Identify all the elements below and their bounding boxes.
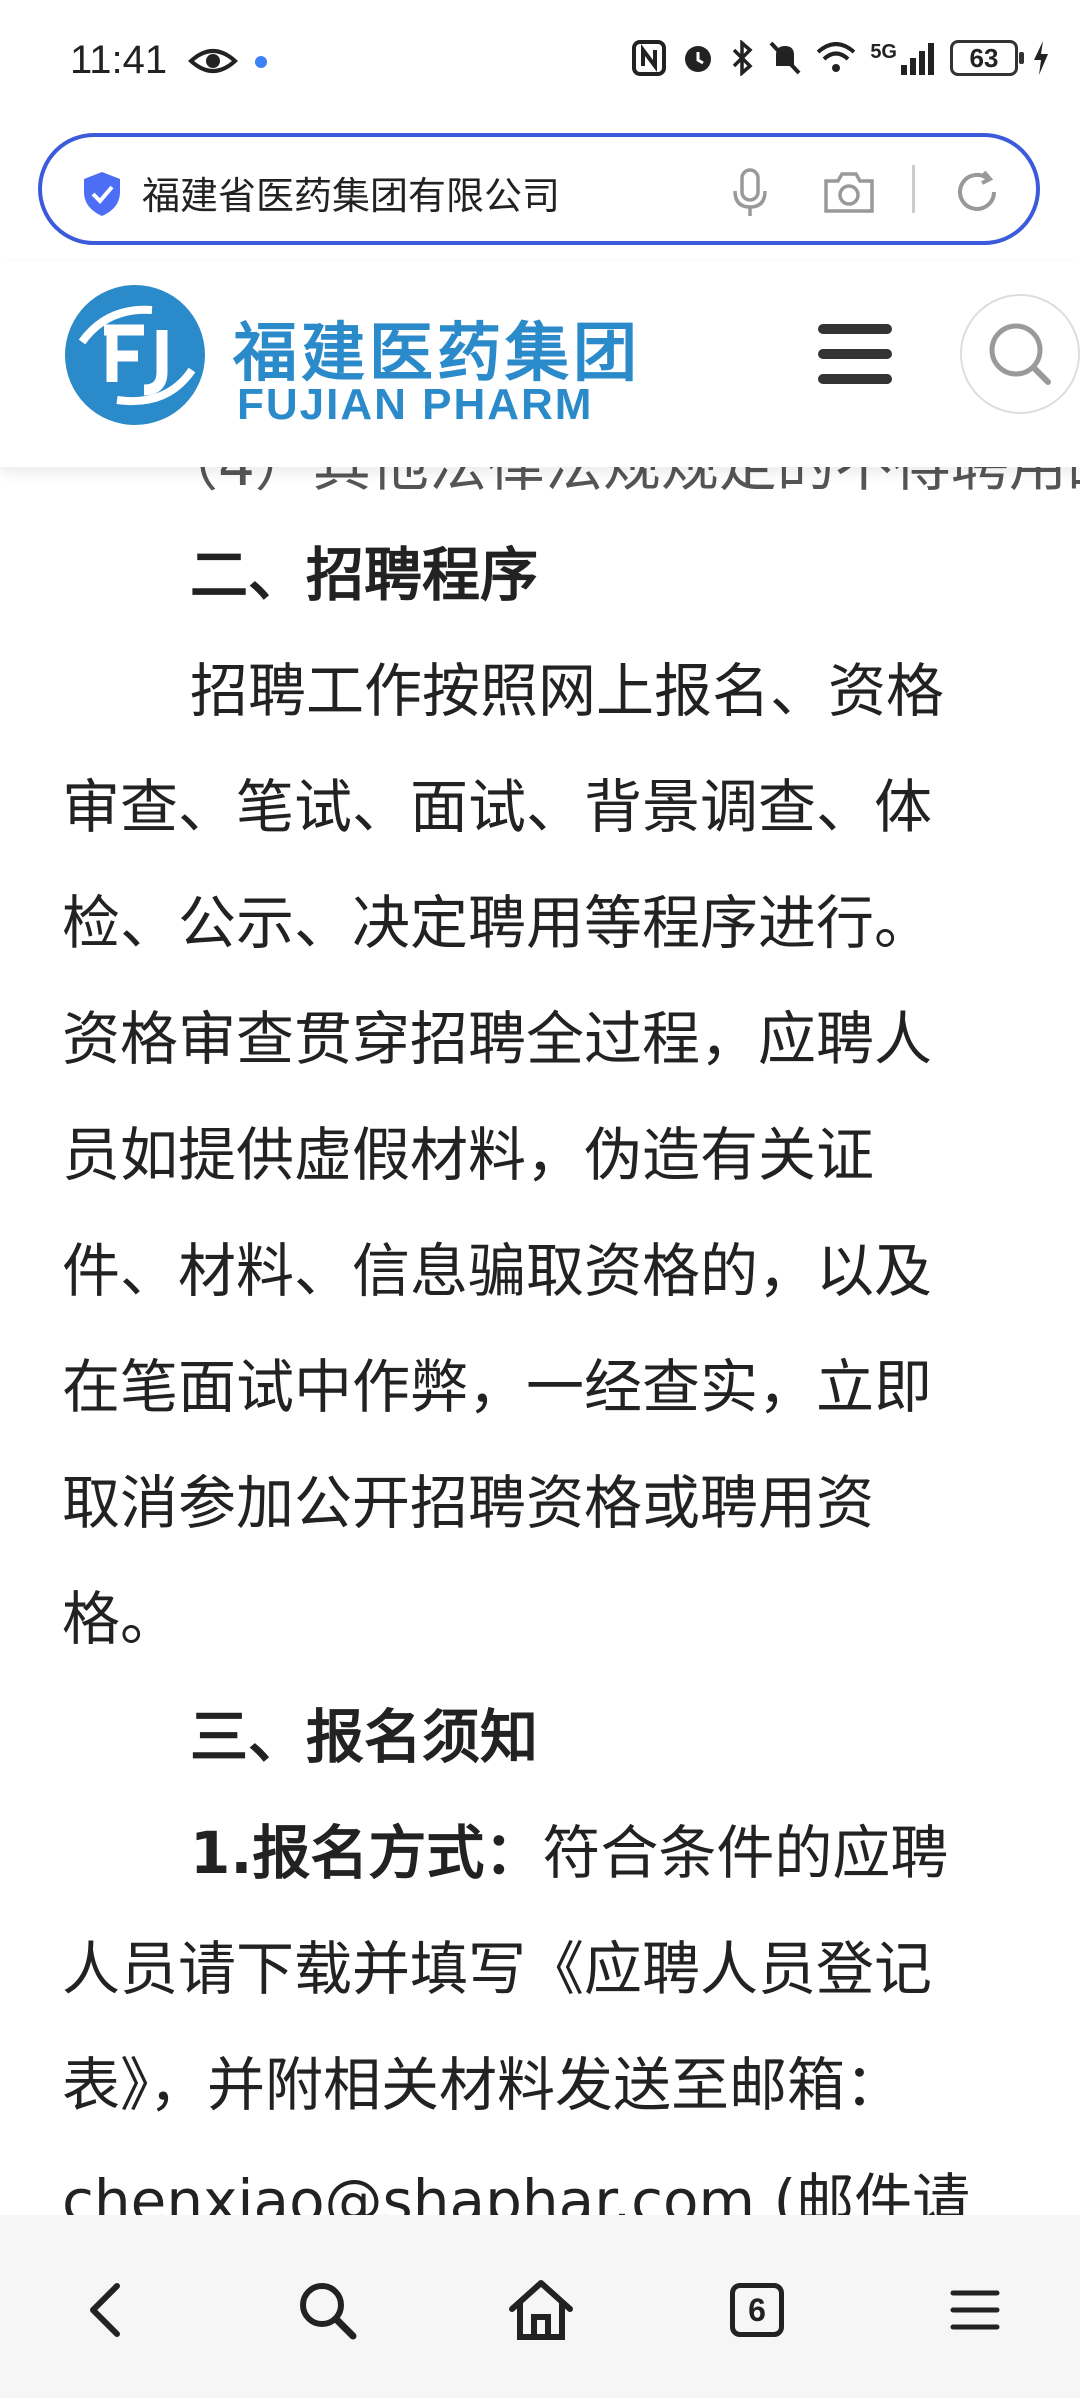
- refresh-icon[interactable]: [952, 167, 1002, 221]
- tabs-button[interactable]: 6: [722, 2275, 792, 2345]
- paragraph-line: 表》，并附相关材料发送至邮箱：: [62, 2051, 904, 2119]
- paragraph-line: 件、材料、信息骗取资格的，以及: [62, 1237, 933, 1305]
- home-icon: [509, 2280, 573, 2340]
- paragraph-line: 招聘工作按照网上报名、资格: [190, 657, 945, 725]
- address-bar[interactable]: 福建省医药集团有限公司: [38, 133, 1040, 245]
- menu-button[interactable]: [940, 2275, 1010, 2345]
- wifi-icon: [816, 42, 856, 74]
- bottom-navigation: 6: [0, 2215, 1080, 2398]
- paragraph-line: 人员请下载并填写《应聘人员登记: [62, 1935, 933, 2003]
- alarm-icon: [680, 40, 716, 76]
- paragraph-line: 格。: [62, 1585, 179, 1653]
- microphone-icon[interactable]: [730, 167, 770, 223]
- item-label: 1.报名方式：: [190, 1819, 543, 1887]
- search-icon: [989, 323, 1051, 385]
- camera-icon[interactable]: [822, 167, 876, 221]
- home-button[interactable]: [506, 2275, 576, 2345]
- signal-icon: 5G: [870, 41, 936, 75]
- paragraph-line: 员如提供虚假材料，伪造有关证: [62, 1121, 875, 1189]
- eye-icon: [188, 46, 238, 80]
- nfc-icon: [632, 40, 667, 76]
- site-search-button[interactable]: [960, 294, 1080, 414]
- tabs-icon: 6: [730, 2283, 784, 2337]
- charging-icon: [1032, 40, 1050, 76]
- search-query-text[interactable]: 福建省医药集团有限公司: [142, 165, 560, 220]
- site-menu-icon[interactable]: [818, 324, 892, 384]
- logo-english-name[interactable]: FUJIAN PHARM: [237, 380, 593, 430]
- fujian-pharm-logo-icon[interactable]: [62, 282, 208, 432]
- shield-icon: [80, 170, 124, 222]
- battery-icon: 63: [950, 40, 1024, 76]
- search-icon: [300, 2283, 357, 2340]
- paragraph-line: 检、公示、决定聘用等程序进行。: [62, 889, 933, 957]
- paragraph-line: 1.报名方式：符合条件的应聘: [190, 1806, 948, 1890]
- paragraph-line: 审查、笔试、面试、背景调查、体: [62, 773, 933, 841]
- menu-icon: [950, 2290, 1000, 2330]
- network-label: 5G: [870, 41, 897, 63]
- item-text: 符合条件的应聘: [542, 1819, 949, 1887]
- notification-dot-icon: [255, 56, 267, 68]
- status-bar: 11:41 5G 63: [0, 0, 1080, 130]
- mute-icon: [768, 40, 802, 76]
- address-separator: [912, 165, 915, 213]
- search-button[interactable]: [292, 2275, 362, 2345]
- bluetooth-icon: [730, 40, 754, 76]
- status-icons: 5G 63: [632, 40, 1050, 76]
- paragraph-line: 取消参加公开招聘资格或聘用资: [62, 1469, 875, 1537]
- paragraph-line: 在笔面试中作弊，一经查实，立即: [62, 1353, 933, 1421]
- back-button[interactable]: [70, 2275, 140, 2345]
- back-icon: [90, 2283, 120, 2337]
- article-content: （4）其他法律法规规定的不得聘用的情形。 二、招聘程序 招聘工作按照网上报名、资…: [0, 440, 1080, 2215]
- section-heading: 二、招聘程序: [190, 541, 539, 609]
- status-time: 11:41: [70, 38, 168, 82]
- email-line[interactable]: chenxiao@shaphar.com (邮件请: [62, 2154, 970, 2215]
- paragraph-line: 资格审查贯穿招聘全过程，应聘人: [62, 1005, 933, 1073]
- section-heading: 三、报名须知: [190, 1703, 539, 1771]
- site-header: 福建医药集团 FUJIAN PHARM: [0, 262, 1080, 467]
